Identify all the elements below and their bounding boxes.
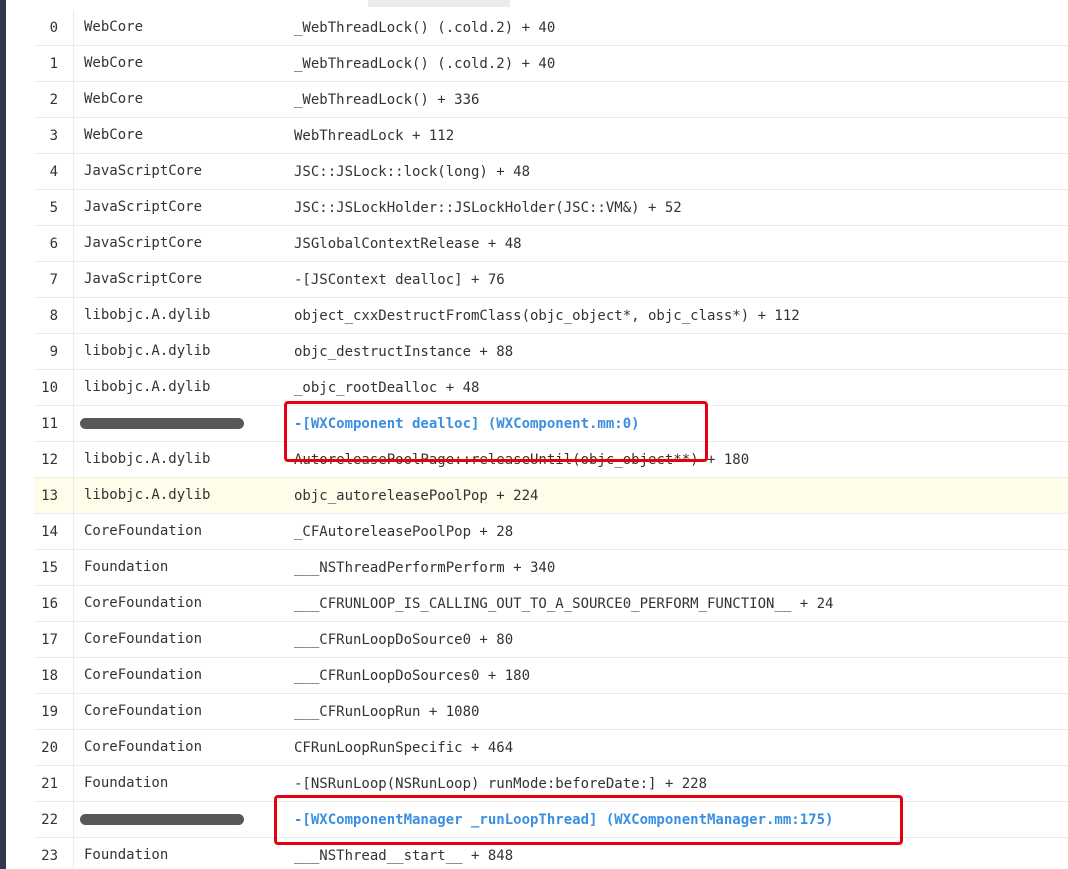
frame-symbol: _WebThreadLock() (.cold.2) + 40 — [294, 20, 556, 36]
stack-frame-row: 2 WebCore _WebThreadLock() + 336 — [34, 82, 1068, 118]
stack-frame-row: 9 libobjc.A.dylib objc_destructInstance + … — [34, 334, 1068, 370]
frame-symbol: _WebThreadLock() + 336 — [294, 92, 480, 108]
frame-library: libobjc.A.dylib — [84, 487, 211, 503]
frame-library: CoreFoundation — [84, 595, 203, 611]
frame-library: libobjc.A.dylib — [84, 451, 211, 467]
frame-index: 6 — [34, 226, 74, 262]
stack-frame-row: 21 Foundation -[NSRunLoop(NSRunLoop) runMo… — [34, 766, 1068, 802]
frame-library: CoreFoundation — [84, 739, 203, 755]
frame-index: 12 — [34, 442, 74, 478]
frame-library: JavaScriptCore — [84, 199, 203, 215]
frame-library: JavaScriptCore — [84, 163, 203, 179]
redacted-library-name — [80, 418, 244, 429]
frame-symbol: object_cxxDestructFromClass(objc_object*… — [294, 308, 800, 324]
frame-index: 4 — [34, 154, 74, 190]
stack-frame-row: 5 JavaScriptCore JSC::JSLockHolder::JSLock… — [34, 190, 1068, 226]
frame-library: libobjc.A.dylib — [84, 379, 211, 395]
frame-index: 16 — [34, 586, 74, 622]
frame-index: 3 — [34, 118, 74, 154]
frame-library: JavaScriptCore — [84, 235, 203, 251]
frame-symbol-link[interactable]: -[WXComponentManager _runLoopThread] (WX… — [294, 802, 833, 838]
frame-symbol: AutoreleasePoolPage::releaseUntil(objc_o… — [294, 452, 750, 468]
frame-symbol: ___NSThread__start__ + 848 — [294, 848, 514, 864]
frame-symbol: ___CFRunLoopRun + 1080 — [294, 704, 480, 720]
frame-library: CoreFoundation — [84, 703, 203, 719]
frame-symbol: ___CFRunLoopDoSources0 + 180 — [294, 668, 531, 684]
frame-library: JavaScriptCore — [84, 271, 203, 287]
frame-index: 20 — [34, 730, 74, 766]
stack-frame-row: 10 libobjc.A.dylib _objc_rootDealloc + 48 — [34, 370, 1068, 406]
stack-frame-row: 11 -[WXComponent dealloc] (WXComponent.mm… — [34, 406, 1068, 442]
frame-symbol: -[NSRunLoop(NSRunLoop) runMode:beforeDat… — [294, 776, 708, 792]
stack-frame-row: 23 Foundation ___NSThread__start__ + 848 — [34, 838, 1068, 869]
frame-index: 5 — [34, 190, 74, 226]
frame-library: libobjc.A.dylib — [84, 307, 211, 323]
frame-library: CoreFoundation — [84, 667, 203, 683]
top-tab-fragment — [368, 0, 510, 7]
frame-symbol-link[interactable]: -[WXComponent dealloc] (WXComponent.mm:0… — [294, 406, 640, 442]
frame-library: WebCore — [84, 55, 144, 71]
frame-library: WebCore — [84, 19, 144, 35]
frame-index: 1 — [34, 46, 74, 82]
stack-frame-row: 18 CoreFoundation ___CFRunLoopDoSources0 +… — [34, 658, 1068, 694]
frame-symbol: _CFAutoreleasePoolPop + 28 — [294, 524, 514, 540]
frame-symbol: ___CFRUNLOOP_IS_CALLING_OUT_TO_A_SOURCE0… — [294, 596, 834, 612]
stack-trace-table: 0 WebCore _WebThreadLock() (.cold.2) + 40 1… — [34, 10, 1068, 869]
frame-symbol: JSC::JSLock::lock(long) + 48 — [294, 164, 531, 180]
frame-symbol: objc_destructInstance + 88 — [294, 344, 514, 360]
stack-frame-row: 1 WebCore _WebThreadLock() (.cold.2) + 40 — [34, 46, 1068, 82]
stack-frame-row: 7 JavaScriptCore -[JSContext dealloc] + 76 — [34, 262, 1068, 298]
frame-index: 7 — [34, 262, 74, 298]
frame-index: 14 — [34, 514, 74, 550]
frame-index: 8 — [34, 298, 74, 334]
frame-library: libobjc.A.dylib — [84, 343, 211, 359]
frame-symbol: _objc_rootDealloc + 48 — [294, 380, 480, 396]
frame-index: 22 — [34, 802, 74, 838]
frame-symbol: JSGlobalContextRelease + 48 — [294, 236, 522, 252]
stack-frame-row: 3 WebCore WebThreadLock + 112 — [34, 118, 1068, 154]
frame-index: 13 — [34, 478, 74, 514]
frame-library: Foundation — [84, 775, 169, 791]
stack-frame-row: 20 CoreFoundation CFRunLoopRunSpecific + 4… — [34, 730, 1068, 766]
frame-symbol: ___CFRunLoopDoSource0 + 80 — [294, 632, 514, 648]
frame-index: 23 — [34, 838, 74, 869]
frame-symbol: objc_autoreleasePoolPop + 224 — [294, 488, 539, 504]
stack-frame-row: 13 libobjc.A.dylib objc_autoreleasePoolPop… — [34, 478, 1068, 514]
frame-index: 17 — [34, 622, 74, 658]
left-gutter — [6, 0, 34, 869]
frame-library: CoreFoundation — [84, 523, 203, 539]
frame-index: 21 — [34, 766, 74, 802]
frame-library: Foundation — [84, 559, 169, 575]
frame-index: 2 — [34, 82, 74, 118]
frame-library: WebCore — [84, 127, 144, 143]
stack-frame-row: 4 JavaScriptCore JSC::JSLock::lock(long) +… — [34, 154, 1068, 190]
stack-frame-row: 8 libobjc.A.dylib object_cxxDestructFromCl… — [34, 298, 1068, 334]
frame-symbol: ___NSThreadPerformPerform + 340 — [294, 560, 556, 576]
stack-frame-row: 16 CoreFoundation ___CFRUNLOOP_IS_CALLING_… — [34, 586, 1068, 622]
frame-symbol: CFRunLoopRunSpecific + 464 — [294, 740, 514, 756]
stack-frame-row: 17 CoreFoundation ___CFRunLoopDoSource0 + … — [34, 622, 1068, 658]
frame-index: 10 — [34, 370, 74, 406]
frame-library: CoreFoundation — [84, 631, 203, 647]
frame-index: 15 — [34, 550, 74, 586]
frame-index: 18 — [34, 658, 74, 694]
frame-library: WebCore — [84, 91, 144, 107]
stack-frame-row: 19 CoreFoundation ___CFRunLoopRun + 1080 — [34, 694, 1068, 730]
frame-library: Foundation — [84, 847, 169, 863]
frame-symbol: -[JSContext dealloc] + 76 — [294, 272, 505, 288]
stack-frame-row: 22 -[WXComponentManager _runLoopThread] (… — [34, 802, 1068, 838]
frame-index: 19 — [34, 694, 74, 730]
stack-frame-row: 15 Foundation ___NSThreadPerformPerform + … — [34, 550, 1068, 586]
frame-index: 11 — [34, 406, 74, 442]
frame-symbol: WebThreadLock + 112 — [294, 128, 455, 144]
frame-symbol: JSC::JSLockHolder::JSLockHolder(JSC::VM&… — [294, 200, 682, 216]
frame-index: 0 — [34, 10, 74, 46]
stack-frame-row: 6 JavaScriptCore JSGlobalContextRelease + … — [34, 226, 1068, 262]
redacted-library-name — [80, 814, 244, 825]
stack-frame-row: 14 CoreFoundation _CFAutoreleasePoolPop + … — [34, 514, 1068, 550]
frame-index: 9 — [34, 334, 74, 370]
stack-frame-row: 0 WebCore _WebThreadLock() (.cold.2) + 40 — [34, 10, 1068, 46]
frame-symbol: _WebThreadLock() (.cold.2) + 40 — [294, 56, 556, 72]
stack-frame-row: 12 libobjc.A.dylib AutoreleasePoolPage::re… — [34, 442, 1068, 478]
